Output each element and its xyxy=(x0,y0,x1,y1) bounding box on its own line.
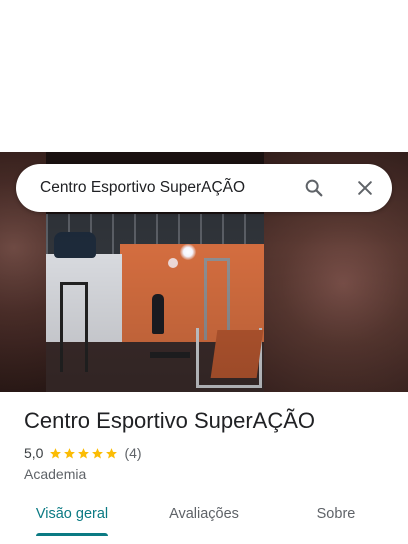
map-area-blank xyxy=(0,0,408,152)
review-count-link[interactable]: (4) xyxy=(124,445,141,461)
star-icon xyxy=(64,447,76,458)
active-tab-indicator xyxy=(36,533,108,536)
tab-about[interactable]: Sobre xyxy=(288,496,384,536)
star-icon xyxy=(50,447,62,458)
search-icon[interactable] xyxy=(302,176,326,200)
star-icon xyxy=(78,447,90,458)
close-icon[interactable] xyxy=(353,176,377,200)
place-category: Academia xyxy=(24,466,87,482)
place-title: Centro Esportivo SuperAÇÃO xyxy=(24,408,316,433)
star-rating xyxy=(49,447,119,460)
search-bar[interactable]: Centro Esportivo SuperAÇÃO xyxy=(16,164,392,212)
star-icon xyxy=(92,447,104,458)
tab-overview[interactable]: Visão geral xyxy=(24,496,120,536)
tab-reviews[interactable]: Avaliações xyxy=(156,496,252,536)
search-input[interactable]: Centro Esportivo SuperAÇÃO xyxy=(40,164,245,212)
place-tabs: Visão geral Avaliações Sobre xyxy=(0,496,408,544)
star-icon xyxy=(106,447,118,458)
rating-row[interactable]: 5,0 (4) xyxy=(24,444,142,462)
rating-value: 5,0 xyxy=(24,445,44,461)
